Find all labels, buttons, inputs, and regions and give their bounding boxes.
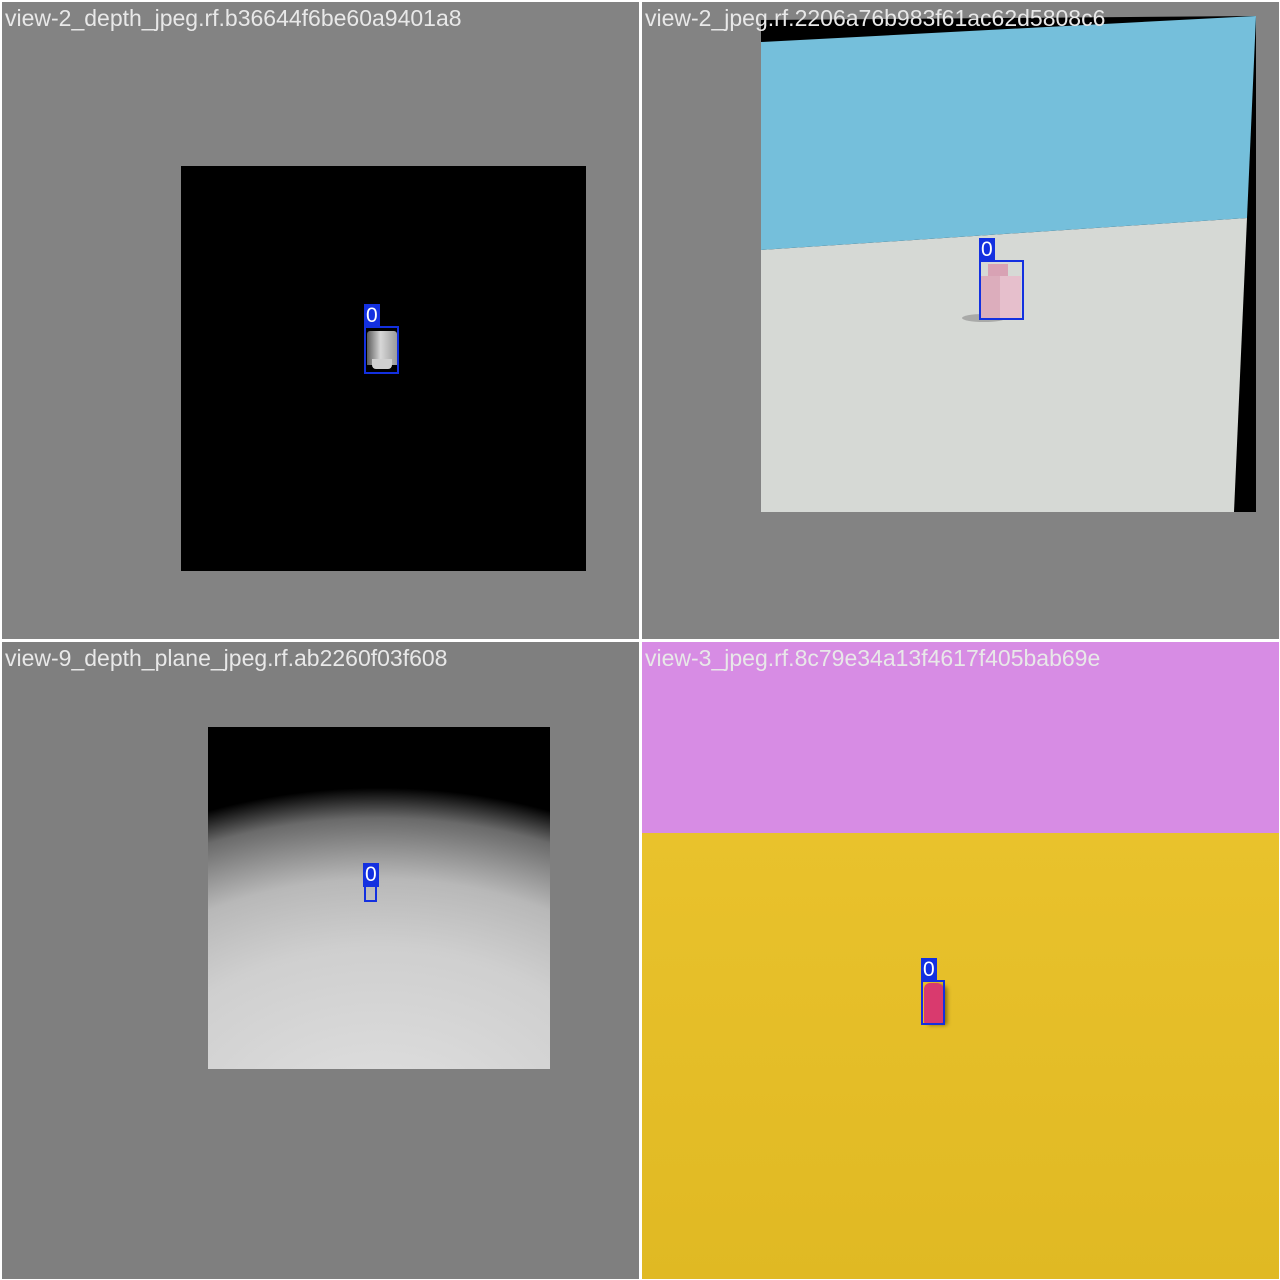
image-filename: view-2_depth_jpeg.rf.b36644f6be60a9401a8 [5, 5, 462, 31]
bbox-class-label: 0 [979, 238, 995, 262]
bounding-box [979, 260, 1024, 320]
bounding-box [364, 326, 399, 374]
depth-plane-region [208, 727, 550, 1069]
image-tile-3: view-9_depth_plane_jpeg.rf.ab2260f03f608… [2, 642, 639, 1279]
bounding-box [364, 885, 377, 902]
image-tile-1: view-2_depth_jpeg.rf.b36644f6be60a9401a8… [2, 2, 639, 639]
image-filename: view-9_depth_plane_jpeg.rf.ab2260f03f608 [5, 645, 448, 671]
ground-plane [642, 833, 1279, 1279]
bounding-box [921, 980, 945, 1025]
image-filename: view-3_jpeg.rf.8c79e34a13f4617f405bab69e [645, 645, 1101, 671]
image-tile-4: view-3_jpeg.rf.8c79e34a13f4617f405bab69e… [642, 642, 1279, 1279]
sky-wall [761, 16, 1256, 250]
bbox-class-label: 0 [921, 958, 937, 982]
bbox-class-label: 0 [364, 304, 380, 328]
image-filename: view-2_jpeg.rf.2206a76b983f61ac62d5808c6 [645, 5, 1106, 31]
bbox-class-label: 0 [363, 863, 379, 887]
image-tile-2: view-2_jpeg.rf.2206a76b983f61ac62d5808c6… [642, 2, 1279, 639]
scene-view [761, 16, 1256, 512]
